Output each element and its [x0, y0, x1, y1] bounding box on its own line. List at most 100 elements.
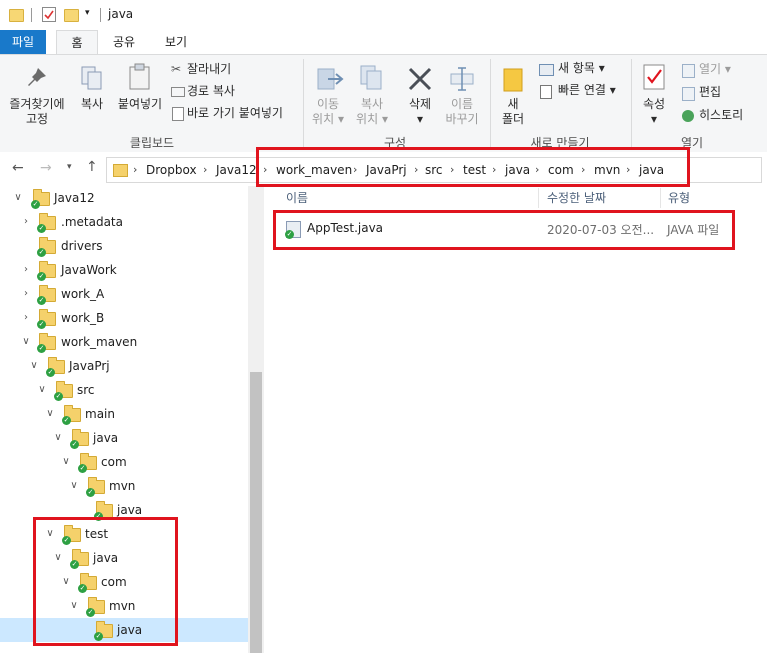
properties-label: 속성 — [642, 97, 666, 111]
move-to-button[interactable]: 이동 위치 ▾ — [306, 97, 350, 127]
tree-item-javawork[interactable]: › ✓ JavaWork — [0, 258, 248, 282]
rename-button[interactable]: 이름 바꾸기 — [440, 97, 484, 127]
divider — [631, 59, 632, 147]
cut-button[interactable]: 잘라내기 — [187, 62, 231, 77]
tree-item-java12[interactable]: ∨ ✓ Java12 — [0, 186, 248, 210]
easy-access-button[interactable]: 빠른 연결 ▾ — [558, 83, 616, 98]
up-arrow-icon[interactable]: ↑ — [86, 159, 98, 175]
chevron-right-icon[interactable]: › — [203, 158, 207, 182]
tree-item-work-maven[interactable]: ∨ ✓ work_maven — [0, 330, 248, 354]
divider — [100, 8, 101, 22]
title-bar: ▾ java — [0, 0, 767, 30]
sync-ok-icon: ✓ — [86, 488, 95, 497]
tab-view[interactable]: 보기 — [156, 30, 196, 54]
new-folder-button[interactable]: 새 폴더 — [496, 97, 530, 127]
tab-home[interactable]: 홈 — [56, 30, 98, 55]
tree-label: drivers — [61, 239, 103, 253]
column-header-type[interactable]: 유형 — [668, 186, 690, 210]
chevron-right-icon[interactable]: › — [133, 158, 137, 182]
column-header-modified[interactable]: 수정한 날짜 — [547, 186, 606, 210]
delete-icon — [406, 65, 434, 96]
tree-label: work_B — [61, 311, 105, 325]
tree-label: JavaPrj — [69, 359, 110, 373]
copy-icon — [80, 65, 104, 94]
chevron-down-icon[interactable]: ∨ — [45, 402, 55, 426]
tree-item-main-java[interactable]: ∨ ✓ java — [0, 426, 248, 450]
tree-label: main — [85, 407, 115, 421]
tree-label: java — [93, 431, 119, 445]
tree-label: work_A — [61, 287, 105, 301]
pin-to-quick-access-button[interactable]: 즐겨찾기에 고정 — [4, 97, 70, 127]
crumb-java12[interactable]: Java12 — [216, 158, 257, 182]
tree-item-work-b[interactable]: › ✓ work_B — [0, 306, 248, 330]
move-label-2: 위치 ▾ — [312, 112, 344, 126]
pin-label-1: 즐겨찾기에 — [9, 97, 65, 111]
properties-quick-icon[interactable] — [42, 7, 56, 22]
sync-ok-icon: ✓ — [37, 296, 46, 305]
chevron-down-icon[interactable]: ∨ — [13, 186, 23, 210]
column-header-name[interactable]: 이름 — [286, 186, 308, 210]
crumb-dropbox[interactable]: Dropbox — [146, 158, 197, 182]
chevron-down-icon[interactable]: ∨ — [69, 474, 79, 498]
chevron-right-icon[interactable]: › — [21, 282, 31, 306]
customize-quick-access-icon[interactable]: ▾ — [85, 8, 90, 18]
sync-ok-icon: ✓ — [54, 392, 63, 401]
chevron-right-icon[interactable]: › — [21, 306, 31, 330]
highlight-box-tree — [33, 517, 178, 646]
tree-item-main-com[interactable]: ∨ ✓ com — [0, 450, 248, 474]
history-button[interactable]: 히스토리 — [699, 108, 743, 123]
tab-share[interactable]: 공유 — [104, 30, 144, 54]
highlight-box-address — [256, 147, 690, 187]
tree-label: src — [77, 383, 95, 397]
copy-button[interactable]: 복사 — [74, 97, 110, 112]
tree-scrollbar-thumb[interactable] — [250, 372, 262, 653]
tree-item-work-a[interactable]: › ✓ work_A — [0, 282, 248, 306]
sync-ok-icon: ✓ — [70, 440, 79, 449]
tree-label: com — [101, 455, 127, 469]
column-divider[interactable] — [538, 188, 539, 208]
copy-to-button[interactable]: 복사 위치 ▾ — [350, 97, 394, 127]
paste-shortcut-icon — [172, 107, 184, 121]
chevron-down-icon[interactable]: ∨ — [21, 330, 31, 354]
paste-button[interactable]: 붙여넣기 — [114, 97, 166, 112]
copy-path-button[interactable]: 경로 복사 — [187, 84, 235, 99]
tree-item-drivers[interactable]: ✓ drivers — [0, 234, 248, 258]
tree-item-javaprj[interactable]: ∨ ✓ JavaPrj — [0, 354, 248, 378]
properties-icon — [642, 63, 666, 94]
sync-ok-icon: ✓ — [37, 224, 46, 233]
chevron-down-icon[interactable]: ∨ — [61, 450, 71, 474]
sync-ok-icon: ✓ — [62, 416, 71, 425]
new-item-button[interactable]: 새 항목 ▾ — [558, 61, 605, 76]
new-folder-quick-icon[interactable] — [64, 9, 79, 22]
edit-button[interactable]: 편집 — [699, 85, 721, 100]
tab-file[interactable]: 파일 — [0, 30, 46, 54]
chevron-right-icon[interactable]: › — [21, 210, 31, 234]
open-button[interactable]: 열기 ▾ — [699, 62, 731, 77]
back-arrow-icon[interactable]: ← — [12, 160, 24, 176]
edit-icon — [682, 87, 695, 101]
column-divider[interactable] — [660, 188, 661, 208]
sync-ok-icon: ✓ — [78, 464, 87, 473]
move-label-1: 이동 — [316, 97, 340, 111]
chevron-down-icon[interactable]: ∨ — [29, 354, 39, 378]
paste-shortcut-button[interactable]: 바로 가기 붙여넣기 — [187, 106, 283, 121]
rename-icon — [448, 65, 476, 96]
open-icon — [682, 64, 695, 78]
scissors-icon: ✂ — [171, 62, 182, 76]
chevron-right-icon[interactable]: › — [21, 258, 31, 282]
tree-item-main-mvn[interactable]: ∨ ✓ mvn — [0, 474, 248, 498]
delete-button[interactable]: 삭제 ▾ — [400, 97, 440, 127]
chevron-down-icon[interactable]: ∨ — [37, 378, 47, 402]
newfolder-label-2: 폴더 — [501, 112, 525, 126]
tree-item-metadata[interactable]: › ✓ .metadata — [0, 210, 248, 234]
folder-icon[interactable] — [9, 9, 24, 22]
tree-item-src[interactable]: ∨ ✓ src — [0, 378, 248, 402]
chevron-down-icon[interactable]: ∨ — [53, 426, 63, 450]
copyto-label-1: 복사 — [360, 97, 384, 111]
tree-label: .metadata — [61, 215, 123, 229]
sync-ok-icon: ✓ — [46, 368, 55, 377]
tree-item-main[interactable]: ∨ ✓ main — [0, 402, 248, 426]
properties-button[interactable]: 속성 ▾ — [636, 97, 672, 127]
recent-locations-icon[interactable]: ▾ — [67, 162, 72, 172]
forward-arrow-icon[interactable]: → — [40, 160, 52, 176]
